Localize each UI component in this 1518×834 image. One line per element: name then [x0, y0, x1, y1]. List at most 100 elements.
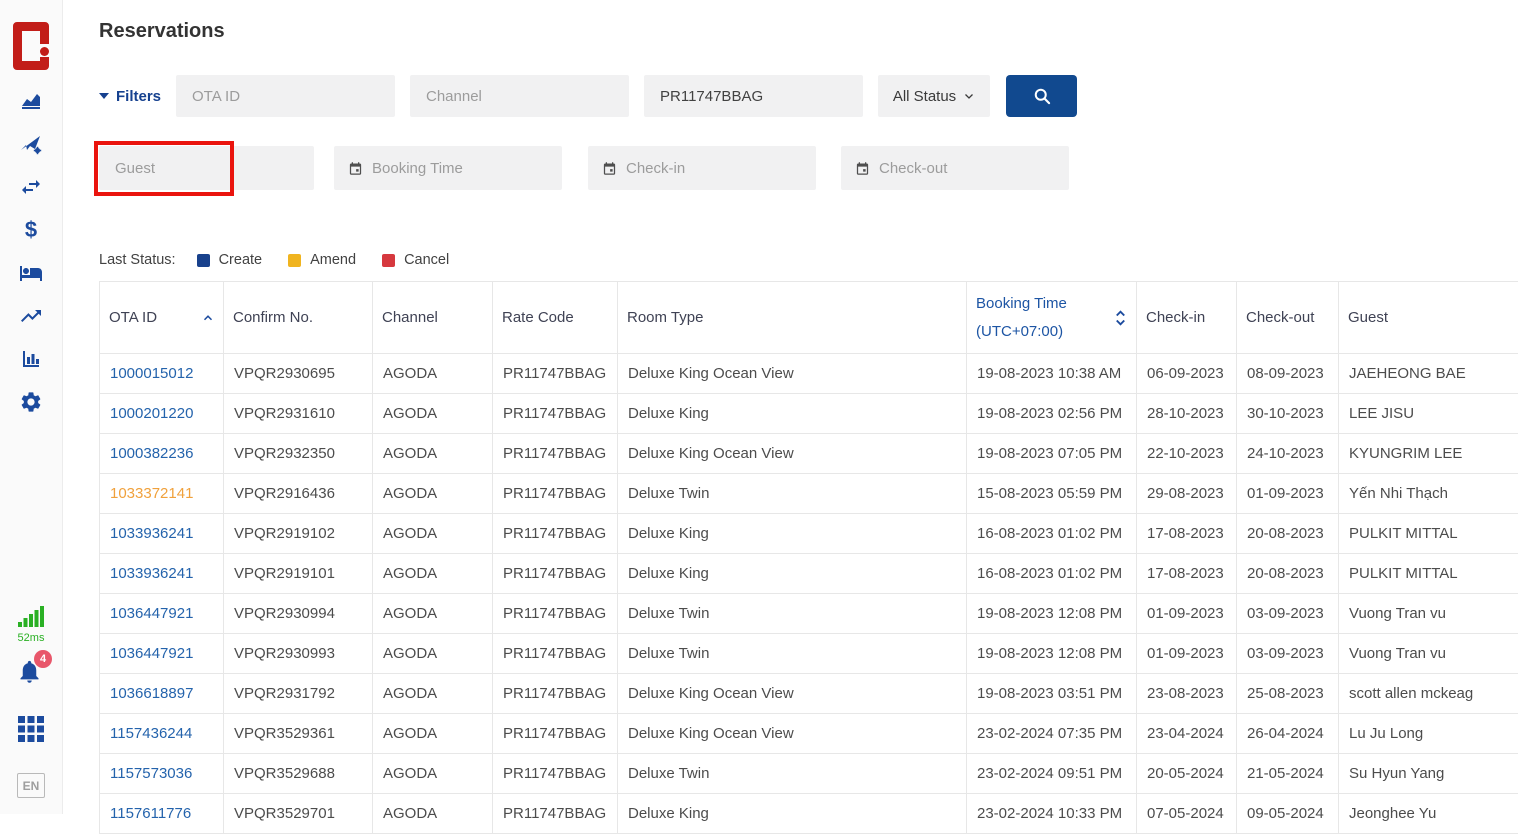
cell-check-in: 28-10-2023 — [1137, 394, 1237, 434]
status-select[interactable]: All Status — [878, 75, 990, 117]
cell-check-out: 20-08-2023 — [1237, 554, 1339, 594]
booking-time-filter[interactable]: Booking Time — [334, 146, 562, 190]
notifications-button[interactable]: 4 — [16, 658, 46, 688]
ota-id-link[interactable]: 1036447921 — [110, 605, 193, 622]
cell-room-type: Deluxe Twin — [618, 594, 967, 634]
channel-filter-input[interactable] — [410, 75, 629, 117]
cell-check-in: 01-09-2023 — [1137, 594, 1237, 634]
latency-value: 52ms — [18, 632, 45, 644]
ota-id-link[interactable]: 1000015012 — [110, 365, 193, 382]
cell-confirm-no: VPQR2919101 — [224, 554, 373, 594]
trending-up-icon[interactable] — [19, 304, 43, 328]
cell-booking-time: 23-02-2024 07:35 PM — [967, 714, 1137, 754]
ota-id-link[interactable]: 1000382236 — [110, 445, 193, 462]
rate-code-filter-input[interactable] — [644, 75, 863, 117]
cell-ota-id[interactable]: 1036447921 — [100, 594, 224, 634]
swap-arrows-icon[interactable] — [19, 175, 43, 199]
paper-plane-gear-icon[interactable] — [19, 132, 43, 156]
chevron-down-icon — [963, 90, 975, 102]
area-chart-icon[interactable] — [19, 89, 43, 113]
cell-channel: AGODA — [373, 354, 493, 394]
cell-channel: AGODA — [373, 474, 493, 514]
check-out-placeholder: Check-out — [879, 160, 947, 177]
header-room-type[interactable]: Room Type — [618, 282, 967, 354]
cell-confirm-no: VPQR2931792 — [224, 674, 373, 714]
cell-guest: KYUNGRIM LEE — [1339, 434, 1518, 474]
cell-guest: LEE JISU — [1339, 394, 1518, 434]
gear-icon[interactable] — [19, 390, 43, 414]
header-confirm-no[interactable]: Confirm No. — [224, 282, 373, 354]
apps-grid-icon[interactable] — [18, 716, 44, 747]
filters-toggle[interactable]: Filters — [99, 88, 176, 105]
language-selector[interactable]: EN — [17, 773, 45, 798]
cell-ota-id[interactable]: 1033936241 — [100, 514, 224, 554]
cell-rate-code: PR11747BBAG — [493, 714, 618, 754]
app-logo-door-icon[interactable] — [13, 22, 49, 70]
table-row: 1000015012VPQR2930695AGODAPR11747BBAGDel… — [100, 354, 1518, 394]
cell-check-out: 08-09-2023 — [1237, 354, 1339, 394]
cell-room-type: Deluxe King Ocean View — [618, 714, 967, 754]
cell-ota-id[interactable]: 1000382236 — [100, 434, 224, 474]
table-row: 1000382236VPQR2932350AGODAPR11747BBAGDel… — [100, 434, 1518, 474]
bed-icon[interactable] — [19, 261, 43, 285]
cell-ota-id[interactable]: 1000201220 — [100, 394, 224, 434]
create-swatch — [197, 254, 210, 267]
cell-confirm-no: VPQR2930695 — [224, 354, 373, 394]
cell-rate-code: PR11747BBAG — [493, 394, 618, 434]
cell-confirm-no: VPQR2930993 — [224, 634, 373, 674]
calendar-icon — [855, 161, 870, 176]
ota-id-link[interactable]: 1000201220 — [110, 405, 193, 422]
booking-time-placeholder: Booking Time — [372, 160, 463, 177]
cell-check-out: 26-04-2024 — [1237, 714, 1339, 754]
cell-ota-id[interactable]: 1036618897 — [100, 674, 224, 714]
table-row: 1033936241VPQR2919102AGODAPR11747BBAGDel… — [100, 514, 1518, 554]
header-rate-code[interactable]: Rate Code — [493, 282, 618, 354]
ota-id-link[interactable]: 1033372141 — [110, 485, 193, 502]
check-in-filter[interactable]: Check-in — [588, 146, 816, 190]
header-check-out[interactable]: Check-out — [1237, 282, 1339, 354]
page-title: Reservations — [99, 20, 1518, 43]
ota-id-link[interactable]: 1033936241 — [110, 565, 193, 582]
legend-item-amend: Amend — [288, 252, 356, 268]
bar-chart-icon[interactable] — [19, 347, 43, 371]
cell-ota-id[interactable]: 1157573036 — [100, 754, 224, 794]
ota-id-filter-input[interactable] — [176, 75, 395, 117]
cell-ota-id[interactable]: 1033372141 — [100, 474, 224, 514]
search-button[interactable] — [1006, 75, 1077, 117]
cell-check-in: 23-04-2024 — [1137, 714, 1237, 754]
cell-booking-time: 19-08-2023 12:08 PM — [967, 634, 1137, 674]
dollar-icon[interactable]: $ — [19, 218, 43, 242]
cell-booking-time: 19-08-2023 10:38 AM — [967, 354, 1137, 394]
cell-ota-id[interactable]: 1000015012 — [100, 354, 224, 394]
cell-guest: PULKIT MITTAL — [1339, 514, 1518, 554]
ota-id-link[interactable]: 1036618897 — [110, 685, 193, 702]
ota-id-link[interactable]: 1157573036 — [110, 765, 192, 782]
check-out-filter[interactable]: Check-out — [841, 146, 1069, 190]
ota-id-link[interactable]: 1036447921 — [110, 645, 193, 662]
cancel-label: Cancel — [404, 252, 449, 268]
header-check-in[interactable]: Check-in — [1137, 282, 1237, 354]
cell-check-out: 21-05-2024 — [1237, 754, 1339, 794]
cell-ota-id[interactable]: 1033936241 — [100, 554, 224, 594]
cell-booking-time: 16-08-2023 01:02 PM — [967, 514, 1137, 554]
cell-ota-id[interactable]: 1157436244 — [100, 714, 224, 754]
ota-id-link[interactable]: 1033936241 — [110, 525, 193, 542]
cell-channel: AGODA — [373, 554, 493, 594]
status-select-value: All Status — [893, 88, 956, 105]
header-booking-time[interactable]: Booking Time (UTC+07:00) — [967, 282, 1137, 354]
cell-check-in: 20-05-2024 — [1137, 754, 1237, 794]
cell-confirm-no: VPQR3529688 — [224, 754, 373, 794]
cell-booking-time: 16-08-2023 01:02 PM — [967, 554, 1137, 594]
cell-check-in: 17-08-2023 — [1137, 514, 1237, 554]
cell-guest: Lu Ju Long — [1339, 714, 1518, 754]
cell-ota-id[interactable]: 1036447921 — [100, 634, 224, 674]
header-ota-id[interactable]: OTA ID — [100, 282, 224, 354]
header-channel[interactable]: Channel — [373, 282, 493, 354]
ota-id-link[interactable]: 1157436244 — [110, 725, 192, 742]
header-guest[interactable]: Guest — [1339, 282, 1518, 354]
cell-guest: scott allen mckeag — [1339, 674, 1518, 714]
cell-rate-code: PR11747BBAG — [493, 634, 618, 674]
create-label: Create — [219, 252, 263, 268]
cell-guest: Vuong Tran vu — [1339, 634, 1518, 674]
guest-filter-input[interactable] — [99, 146, 314, 190]
